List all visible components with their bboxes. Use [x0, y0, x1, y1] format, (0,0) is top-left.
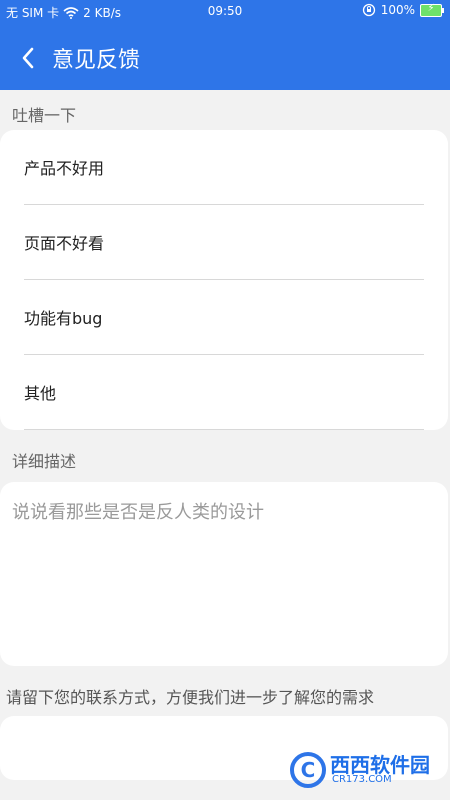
option-label: 页面不好看: [24, 234, 105, 253]
option-page-ugly[interactable]: 页面不好看: [24, 205, 424, 280]
rotation-lock-icon: [362, 3, 375, 17]
status-right: 100% ⚡: [362, 3, 444, 17]
back-button[interactable]: [8, 38, 48, 78]
battery-charging-icon: ⚡: [420, 3, 444, 17]
status-bar: 无 SIM 卡 2 KB/s 09:50 100% ⚡: [0, 0, 450, 24]
complaint-options-card: 产品不好用 页面不好看 功能有bug 其他: [0, 130, 448, 430]
watermark-brand: 西西软件园: [330, 753, 430, 777]
detail-section-label: 详细描述: [12, 452, 77, 471]
option-feature-bug[interactable]: 功能有bug: [24, 280, 424, 355]
detail-textarea[interactable]: [0, 482, 448, 666]
option-label: 产品不好用: [24, 159, 105, 178]
option-label: 功能有bug: [24, 309, 103, 328]
option-product-hard-to-use[interactable]: 产品不好用: [24, 130, 424, 205]
complaint-section-label: 吐槽一下: [12, 106, 77, 125]
option-label: 其他: [24, 384, 57, 403]
title-bar: 意见反馈: [0, 34, 450, 82]
watermark-c-icon: C: [290, 752, 326, 788]
page-title: 意见反馈: [52, 48, 141, 73]
option-other[interactable]: 其他: [24, 355, 424, 430]
watermark-logo: C 西西软件园 CR173.COM: [290, 752, 430, 788]
battery-percent: 100%: [380, 3, 415, 17]
watermark-text-block: 西西软件园 CR173.COM: [330, 755, 430, 785]
contact-section-label: 请留下您的联系方式，方便我们进一步了解您的需求: [6, 688, 375, 707]
app-header: 无 SIM 卡 2 KB/s 09:50 100% ⚡ 意见反馈: [0, 0, 450, 90]
chevron-left-icon: [22, 47, 34, 69]
detail-card: [0, 482, 448, 666]
